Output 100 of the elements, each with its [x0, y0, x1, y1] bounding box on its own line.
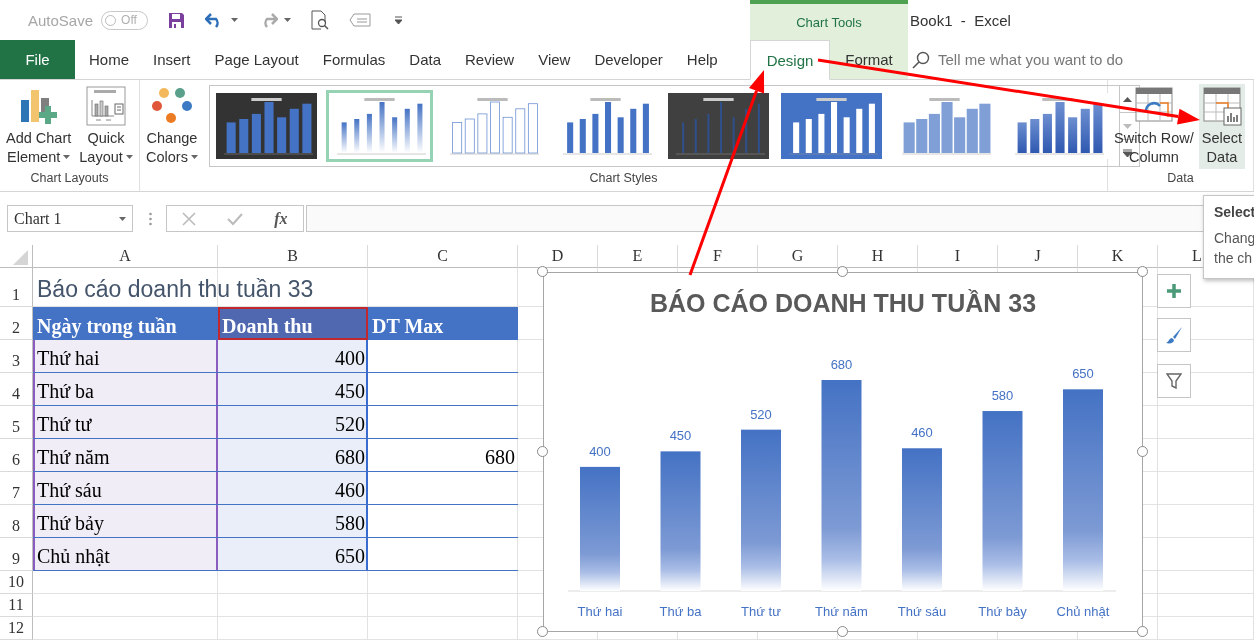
ribbon-button[interactable]: Add Chart Element [3, 84, 75, 169]
table-chart-icon [1201, 86, 1242, 126]
ribbon-button[interactable]: Change Colors [143, 84, 201, 169]
resize-handle[interactable] [1137, 446, 1148, 457]
cancel-icon[interactable] [182, 211, 197, 226]
data-label: 400 [589, 443, 611, 459]
data-label: 520 [750, 406, 772, 422]
row-header[interactable]: 1 [0, 268, 33, 307]
resize-handle[interactable] [837, 626, 848, 637]
axis-label: Thứ tư [741, 604, 781, 619]
tooltip-text: Chang [1214, 229, 1254, 248]
scroll-up-icon[interactable] [1123, 96, 1133, 102]
data-label: 460 [911, 425, 933, 441]
column-header[interactable]: I [918, 245, 998, 268]
dropdown-caret-icon [119, 216, 126, 221]
ribbon-tab[interactable]: Developer [583, 40, 674, 79]
table-cell: 460 [218, 472, 368, 505]
resize-handle[interactable] [837, 266, 848, 277]
ribbon-tab[interactable]: Format [830, 40, 908, 79]
column-header[interactable]: A [33, 245, 218, 268]
resize-handle[interactable] [537, 266, 548, 277]
caret-icon [63, 154, 71, 159]
name-box[interactable]: Chart 1 [7, 205, 133, 232]
table-cell: 680 [368, 439, 518, 472]
chart-filter-button[interactable] [1157, 364, 1191, 398]
customize-icon[interactable] [395, 16, 403, 24]
data-label: 650 [1072, 366, 1094, 382]
ribbon-button[interactable]: Quick Layout [76, 84, 136, 169]
table-cell: Thứ tư [33, 406, 218, 439]
data-label: 680 [830, 357, 853, 372]
ribbon-tab[interactable]: Formulas [311, 40, 397, 79]
column-header[interactable]: C [368, 245, 518, 268]
table-cell: Thứ bảy [33, 505, 218, 538]
column-title: DT Max [368, 307, 518, 340]
row-header[interactable]: 11 [0, 594, 33, 617]
resize-handle[interactable] [1137, 626, 1148, 637]
axis-label: Thứ bảy [978, 604, 1027, 619]
sheet-title: Báo cáo doanh thu tuần 33 [36, 275, 315, 304]
column-header[interactable]: E [598, 245, 678, 268]
chart-style-thumbnail[interactable] [325, 90, 433, 162]
ribbon-tab[interactable]: Data [398, 40, 452, 79]
row-header[interactable]: 12 [0, 617, 33, 640]
row-header[interactable]: 10 [0, 571, 33, 594]
scroll-down-icon[interactable] [1123, 123, 1133, 129]
column-header[interactable]: J [998, 245, 1078, 268]
column-header[interactable]: G [758, 245, 838, 268]
add-element-button[interactable] [1157, 274, 1191, 308]
axis-label: Chủ nhật [1056, 604, 1110, 619]
ribbon-tab[interactable]: Review [454, 40, 526, 79]
table-cell: Thứ sáu [33, 472, 218, 505]
ribbon-tab[interactable]: Design [750, 40, 830, 80]
print-preview-icon[interactable] [311, 10, 330, 30]
window-title: Book1 - Excel [910, 10, 1011, 31]
search-icon [912, 50, 930, 69]
layout-icon [86, 86, 127, 126]
column-header[interactable]: D [518, 245, 598, 268]
table-cell: Thứ ba [33, 373, 218, 406]
insert-function-button[interactable]: fx [274, 209, 288, 228]
chart-title: BÁO CÁO DOANH THU TUẦN 33 [649, 289, 1037, 317]
table-cell: 650 [218, 538, 368, 571]
group-label: Chart Layouts [29, 170, 110, 187]
data-label: 450 [669, 428, 692, 444]
table-cell: Chủ nhật [33, 538, 218, 571]
group-label: Chart Styles [588, 170, 659, 187]
dropdown-caret-icon [284, 18, 292, 22]
axis-label: Thứ hai [577, 604, 623, 619]
column-header[interactable]: B [218, 245, 368, 268]
column-header[interactable]: K [1078, 245, 1158, 268]
autosave-label: AutoSave [28, 11, 94, 29]
table-cell: 680 [218, 439, 368, 472]
ribbon-button[interactable]: Select Data [1198, 84, 1246, 169]
resize-handle[interactable] [1137, 266, 1148, 277]
search-field[interactable]: Tell me what you want to do [912, 40, 1124, 79]
save-icon[interactable] [168, 11, 186, 29]
table-cell: Thứ hai [33, 340, 218, 373]
axis-label: Thứ sáu [897, 604, 947, 619]
ribbon-tab[interactable]: View [527, 40, 582, 79]
axis-label: Thứ ba [659, 604, 702, 619]
ribbon-tab[interactable]: Help [675, 40, 729, 79]
caret-icon [190, 154, 198, 159]
tag-icon[interactable] [349, 13, 372, 27]
resize-handle[interactable] [537, 626, 548, 637]
context-tab-label: Chart Tools [750, 0, 908, 40]
chart-styles-button[interactable] [1157, 318, 1191, 352]
column-title: Doanh thu [218, 307, 368, 340]
ribbon-tab[interactable]: Page Layout [203, 40, 310, 79]
check-icon[interactable] [227, 211, 244, 226]
chart-area[interactable]: BÁO CÁO DOANH THU TUẦN 33 400 450 520 680 460 580 650 Thứ hai Thứ ba Thứ tư Thứ năm Thứ sáu Thứ bảy Chủ nhật [543, 272, 1143, 632]
dropdown-caret-icon [231, 18, 239, 22]
table-cell: 450 [218, 373, 368, 406]
ribbon-tab[interactable]: Insert [142, 40, 202, 79]
table-cell: 400 [218, 340, 368, 373]
plus-icon [1167, 284, 1181, 298]
column-header[interactable]: H [838, 245, 918, 268]
column-header[interactable]: F [678, 245, 758, 268]
data-label: 580 [991, 388, 1014, 404]
ribbon-tab[interactable]: Home [78, 40, 140, 79]
resize-handle[interactable] [537, 446, 548, 457]
ribbon-tab[interactable]: File [0, 40, 75, 79]
table-cell: Thứ năm [33, 439, 218, 472]
